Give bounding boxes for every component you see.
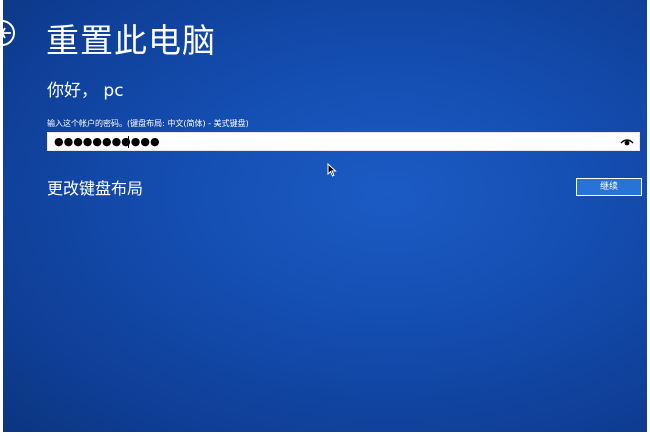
password-input[interactable]: ●●●●●●●●●●●: [47, 132, 640, 151]
reset-pc-screen: 重置此电脑 你好， pc 输入这个帐户的密码。(键盘布局: 中文(简体) - 美…: [3, 0, 647, 432]
eye-icon[interactable]: [620, 137, 634, 147]
password-masked-value: ●●●●●●●●●●●: [54, 135, 160, 148]
continue-button[interactable]: 继续: [576, 178, 642, 196]
account-greeting: 你好， pc: [47, 81, 124, 101]
change-keyboard-layout-link[interactable]: 更改键盘布局: [47, 175, 143, 199]
arrow-left-icon: [3, 27, 11, 39]
frame-border-bottom: [0, 432, 650, 436]
password-prompt: 输入这个帐户的密码。(键盘布局: 中文(简体) - 美式键盘): [47, 119, 249, 128]
back-button[interactable]: [3, 20, 15, 46]
text-caret: [128, 136, 129, 148]
mouse-pointer-icon: [327, 163, 337, 177]
page-title: 重置此电脑: [46, 21, 216, 60]
